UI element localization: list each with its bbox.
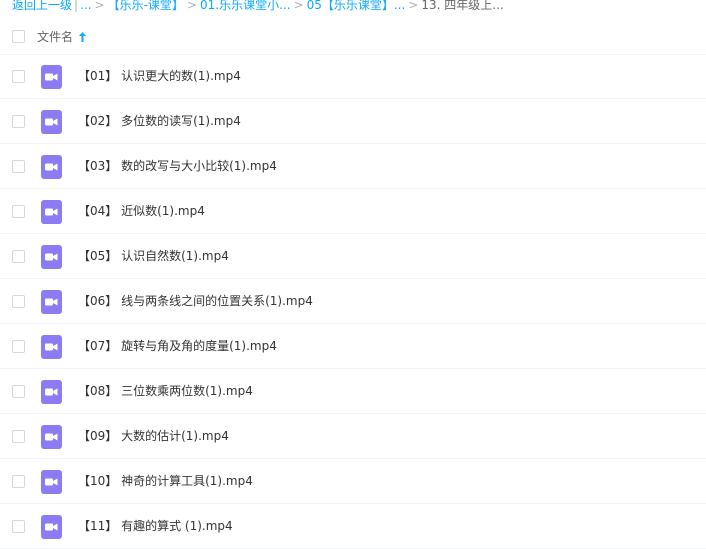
- column-name-label: 文件名: [37, 30, 74, 44]
- chevron-right-icon: >: [293, 0, 304, 12]
- video-file-icon: [41, 470, 62, 494]
- file-row[interactable]: 【03】 数的改写与大小比较(1).mp4: [0, 144, 706, 189]
- video-file-icon: [41, 245, 62, 269]
- breadcrumb: 返回上一级 |... > 【乐乐-课堂】 >01.乐乐课堂小... >05【乐乐课堂】..…: [12, 0, 706, 15]
- file-row[interactable]: 【11】 有趣的算式 (1).mp4: [0, 504, 706, 549]
- row-checkbox[interactable]: [12, 115, 25, 128]
- video-file-icon: [41, 425, 62, 449]
- sort-by-name-button[interactable]: 文件名: [37, 28, 87, 45]
- file-name[interactable]: 【04】 近似数(1).mp4: [78, 202, 205, 220]
- row-checkbox[interactable]: [12, 160, 25, 173]
- file-row[interactable]: 【02】 多位数的读写(1).mp4: [0, 99, 706, 144]
- file-name[interactable]: 【07】 旋转与角及角的度量(1).mp4: [78, 337, 277, 355]
- select-all-checkbox[interactable]: [12, 30, 25, 43]
- file-name[interactable]: 【11】 有趣的算式 (1).mp4: [78, 517, 233, 535]
- breadcrumb-item-1[interactable]: 【乐乐-课堂】: [108, 0, 184, 12]
- chevron-right-icon: >: [94, 0, 105, 12]
- file-name[interactable]: 【02】 多位数的读写(1).mp4: [78, 112, 241, 130]
- file-name[interactable]: 【01】 认识更大的数(1).mp4: [78, 67, 241, 85]
- breadcrumb-divider: |: [74, 0, 79, 12]
- file-row[interactable]: 【04】 近似数(1).mp4: [0, 189, 706, 234]
- breadcrumb-item-2[interactable]: 01.乐乐课堂小...: [200, 0, 291, 12]
- chevron-right-icon: >: [408, 0, 419, 12]
- file-name[interactable]: 【05】 认识自然数(1).mp4: [78, 247, 229, 265]
- row-checkbox[interactable]: [12, 385, 25, 398]
- back-link[interactable]: 返回上一级: [12, 0, 72, 12]
- video-file-icon: [41, 380, 62, 404]
- breadcrumb-ellipsis[interactable]: ...: [80, 0, 91, 12]
- video-file-icon: [41, 65, 62, 89]
- breadcrumb-current: 13. 四年级上...: [421, 0, 504, 12]
- row-checkbox[interactable]: [12, 430, 25, 443]
- file-list-header: 文件名: [0, 18, 706, 55]
- file-name[interactable]: 【09】 大数的估计(1).mp4: [78, 427, 229, 445]
- chevron-right-icon: >: [186, 0, 197, 12]
- file-row[interactable]: 【01】 认识更大的数(1).mp4: [0, 54, 706, 99]
- file-row[interactable]: 【08】 三位数乘两位数(1).mp4: [0, 369, 706, 414]
- file-name[interactable]: 【10】 神奇的计算工具(1).mp4: [78, 472, 253, 490]
- breadcrumb-item-3[interactable]: 05【乐乐课堂】...: [307, 0, 406, 12]
- file-row[interactable]: 【10】 神奇的计算工具(1).mp4: [0, 459, 706, 504]
- row-checkbox[interactable]: [12, 205, 25, 218]
- row-checkbox[interactable]: [12, 475, 25, 488]
- video-file-icon: [41, 155, 62, 179]
- video-file-icon: [41, 515, 62, 539]
- video-file-icon: [41, 335, 62, 359]
- row-checkbox[interactable]: [12, 520, 25, 533]
- file-name[interactable]: 【08】 三位数乘两位数(1).mp4: [78, 382, 253, 400]
- row-checkbox[interactable]: [12, 295, 25, 308]
- row-checkbox[interactable]: [12, 70, 25, 83]
- file-name[interactable]: 【03】 数的改写与大小比较(1).mp4: [78, 157, 277, 175]
- file-name[interactable]: 【06】 线与两条线之间的位置关系(1).mp4: [78, 292, 313, 310]
- video-file-icon: [41, 200, 62, 224]
- sort-ascending-icon: [79, 31, 87, 42]
- row-checkbox[interactable]: [12, 340, 25, 353]
- file-row[interactable]: 【09】 大数的估计(1).mp4: [0, 414, 706, 459]
- file-row[interactable]: 【05】 认识自然数(1).mp4: [0, 234, 706, 279]
- row-checkbox[interactable]: [12, 250, 25, 263]
- video-file-icon: [41, 290, 62, 314]
- file-row[interactable]: 【07】 旋转与角及角的度量(1).mp4: [0, 324, 706, 369]
- file-row[interactable]: 【06】 线与两条线之间的位置关系(1).mp4: [0, 279, 706, 324]
- video-file-icon: [41, 110, 62, 134]
